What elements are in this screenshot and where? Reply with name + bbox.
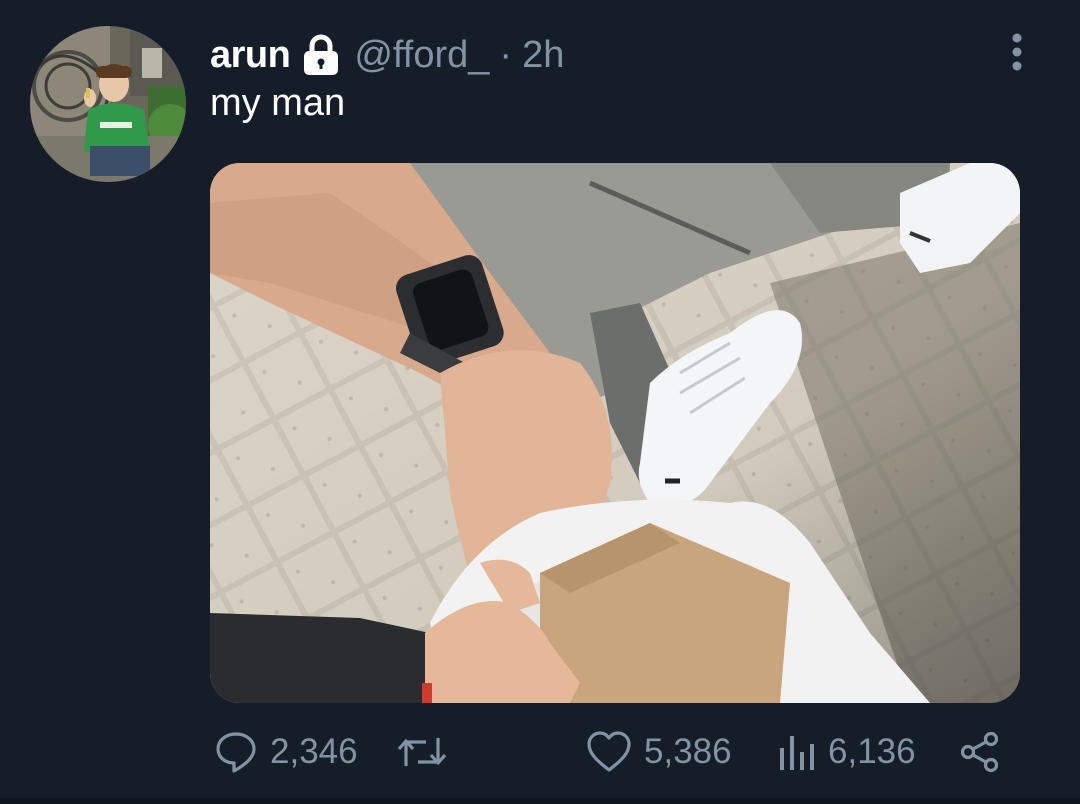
lock-icon	[300, 33, 342, 77]
views-icon	[780, 736, 814, 770]
heart-icon	[587, 731, 631, 772]
tweet[interactable]: arun @fford_ · 2h my man 2,346 5,386 6,1…	[0, 0, 1080, 804]
more-vertical-icon	[1012, 33, 1022, 71]
media-image	[210, 163, 1020, 703]
retweet-button[interactable]	[396, 722, 448, 782]
like-count: 5,386	[644, 732, 732, 771]
tweet-text: my man	[210, 82, 346, 124]
avatar[interactable]	[30, 26, 186, 182]
like-button[interactable]: 5,386	[586, 722, 732, 782]
tweet-header: arun @fford_ · 2h	[210, 30, 564, 80]
divider	[0, 798, 1080, 804]
views-button[interactable]: 6,136	[776, 722, 916, 782]
more-button[interactable]	[1000, 30, 1034, 74]
retweet-icon	[397, 738, 447, 766]
share-button[interactable]	[958, 722, 1002, 782]
tweet-actions: 2,346 5,386 6,136	[210, 722, 1020, 782]
views-count: 6,136	[828, 732, 916, 771]
timestamp[interactable]: 2h	[522, 34, 564, 77]
display-name[interactable]: arun	[210, 34, 291, 77]
share-icon	[960, 731, 999, 773]
reply-icon	[216, 732, 256, 773]
reply-button[interactable]: 2,346	[214, 722, 358, 782]
tweet-media[interactable]	[210, 163, 1020, 703]
separator: ·	[499, 33, 513, 76]
reply-count: 2,346	[270, 732, 358, 771]
avatar-image	[30, 26, 186, 182]
handle[interactable]: @fford_	[354, 34, 489, 77]
